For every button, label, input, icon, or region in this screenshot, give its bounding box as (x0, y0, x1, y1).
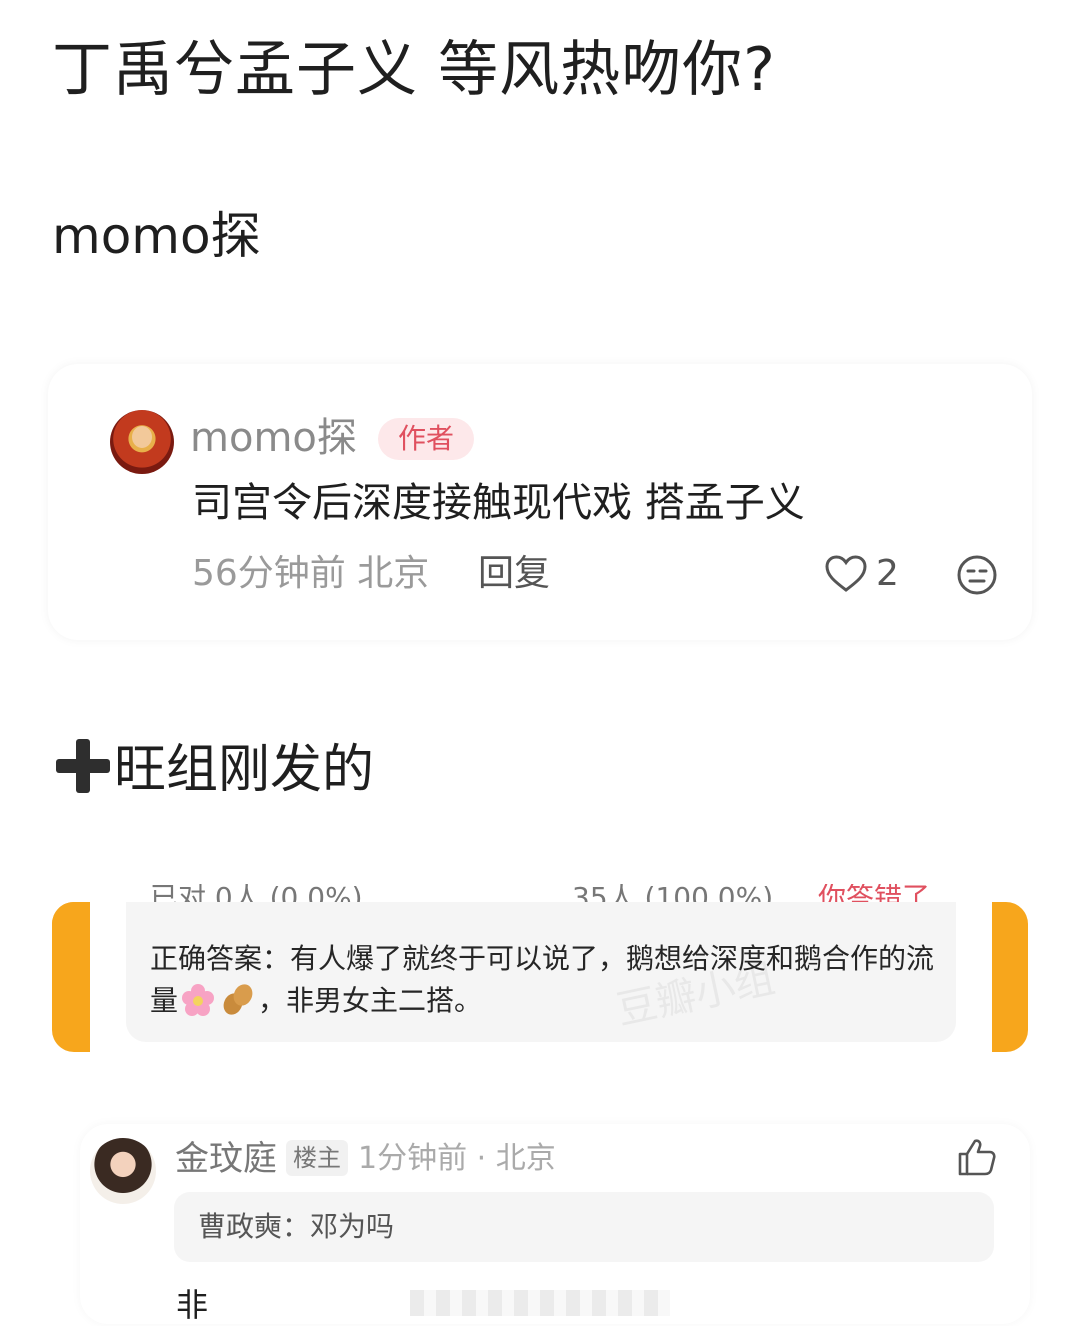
face-emoji-icon[interactable] (956, 554, 998, 596)
comment-meta: 56分钟前 北京 (192, 553, 430, 594)
post-title: 丁禹兮孟子义 等风热吻你? (52, 35, 776, 105)
section-heading: 旺组刚发的 (52, 734, 374, 806)
poll-stat: 35人 (100.0%) (572, 884, 774, 902)
answer-text-part: ，非男女主二搭。 (258, 984, 483, 1017)
quoted-comment-text: 曹政奭：邓为吗 (198, 1210, 395, 1243)
op-badge: 楼主 (286, 1140, 348, 1176)
post-subtitle: momo探 (52, 207, 261, 265)
comment-meta: 1分钟前 · 北京 (358, 1141, 556, 1176)
peanut-icon (223, 984, 253, 1015)
comment-text: 非 (176, 1286, 209, 1324)
reply-button[interactable]: 回复 (478, 548, 550, 600)
blurred-text (410, 1290, 670, 1316)
section-title: 旺组刚发的 (114, 740, 375, 800)
poll-stat: 已对 0人 (0.0%) (150, 884, 363, 902)
avatar[interactable] (90, 1138, 156, 1204)
comment-text: 司宫令后深度接触现代戏 搭孟子义 (192, 480, 805, 526)
accent-bar-left (52, 902, 90, 1052)
heart-outline-icon[interactable] (824, 554, 868, 594)
plus-icon (56, 739, 110, 793)
poll-result: 你答错了 (818, 884, 931, 902)
author-badge: 作者 (378, 418, 474, 460)
thumb-up-icon[interactable] (956, 1136, 998, 1178)
like-count: 2 (876, 553, 899, 594)
comment-username[interactable]: 金玟庭 (175, 1136, 277, 1182)
comment-username[interactable]: momo探 (190, 412, 357, 464)
avatar[interactable] (110, 410, 174, 474)
answer-text: 正确答案：有人爆了就终于可以说了，鹅想给深度和鹅合作的流量 ，非男女主二搭。 (150, 938, 940, 1022)
poll-result-row: 已对 0人 (0.0%) 35人 (100.0%) 你答错了 (126, 884, 956, 902)
accent-bar-right (992, 902, 1028, 1052)
flower-icon (182, 984, 215, 1016)
